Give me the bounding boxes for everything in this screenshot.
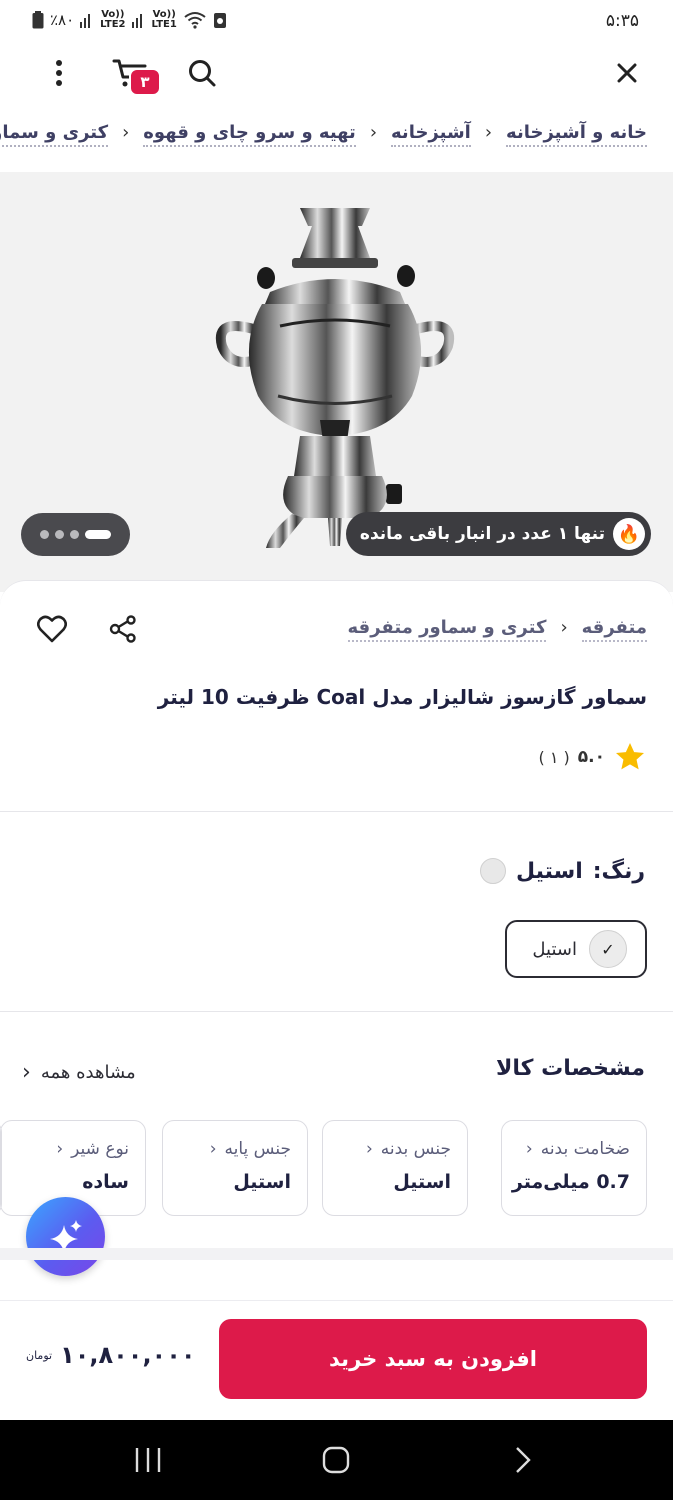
heart-icon [37,615,67,643]
spec-label: جنس بدنه [380,1139,451,1159]
chevron-left-icon: ‹ [365,1139,373,1159]
chevron-left-icon: ‹ [369,122,378,143]
check-icon: ✓ [589,930,627,968]
system-nav-bar [0,1420,673,1500]
color-heading: رنگ: استیل [479,858,645,884]
see-all-link[interactable]: مشاهده همه ‹ [22,1060,136,1085]
spec-card[interactable]: ضخامت بدنه ‹ 0.7 میلی‌متر [501,1120,647,1216]
top-bar: ۳ [0,44,673,104]
product-title: سماور گازسوز شالیزار مدل Coal ظرفیت 10 ل… [157,685,647,709]
home-button[interactable] [321,1446,351,1474]
spec-value: استیل [393,1171,451,1193]
spec-card[interactable]: جنس پایه ‹ استیل [162,1120,308,1216]
pagination-dot-active[interactable] [85,530,111,539]
chevron-left-icon: ‹ [560,617,568,638]
bottom-purchase-bar: افزودن به سبد خرید ۱۰,۸۰۰,۰۰۰ تومان [0,1300,673,1420]
spec-card[interactable]: جنس بدنه ‹ استیل [322,1120,468,1216]
signal-icon [131,12,146,28]
section-divider [0,1248,673,1260]
breadcrumb-item[interactable]: کتری و سماور [0,122,109,147]
rating-score: ۵.۰ [577,747,605,767]
wifi-icon [184,12,206,29]
spec-value: 0.7 میلی‌متر [511,1171,630,1193]
favorite-button[interactable] [30,607,74,651]
category-link[interactable]: متفرقه [581,617,647,642]
color-option-label: استیل [532,938,577,960]
recycle-icon [213,13,226,28]
close-button[interactable] [605,51,649,95]
add-to-cart-button[interactable]: افزودن به سبد خرید [219,1319,647,1399]
breadcrumb-item[interactable]: آشپزخانه [391,122,471,147]
chevron-left-icon: ‹ [56,1139,64,1159]
stock-text: تنها ۱ عدد در انبار باقی مانده [359,524,605,544]
color-label: رنگ: [592,858,645,884]
spec-label: جنس پایه [224,1139,291,1159]
spec-card-partial[interactable] [0,1120,2,1216]
chevron-left-icon: ‹ [525,1139,533,1159]
share-icon [109,615,136,643]
status-left: ٪۸۰ Vo)) LTE2 Vo)) LTE1 [32,10,227,30]
stock-badge: 🔥 تنها ۱ عدد در انبار باقی مانده [345,512,651,556]
specs-section: مشخصات کالا مشاهده همه ‹ ضخامت بدنه ‹ 0.7… [0,1012,673,1248]
breadcrumb-item[interactable]: خانه و آشپزخانه [506,122,647,147]
sim-label-1: Vo)) LTE2 [100,9,126,30]
search-button[interactable] [180,51,224,95]
spec-label: نوع شیر [71,1139,129,1159]
spec-value: ساده [82,1171,129,1193]
star-icon [616,743,644,770]
spec-label: ضخامت بدنه [540,1139,630,1159]
price-value: ۱۰,۸۰۰,۰۰۰ [60,1341,196,1369]
color-swatch [479,858,506,884]
color-section: رنگ: استیل ✓ استیل [0,812,673,1012]
category-links: متفرقه ‹ کتری و سماور متفرقه [347,617,647,642]
chevron-left-icon: ‹ [209,1139,217,1159]
see-all-label: مشاهده همه [40,1062,136,1083]
fire-icon: 🔥 [613,518,645,550]
product-gallery[interactable]: 🔥 تنها ۱ عدد در انبار باقی مانده [0,172,673,592]
product-image-samovar [215,208,455,548]
product-info-card: متفرقه ‹ کتری و سماور متفرقه سماور گازسو… [0,580,673,812]
ai-assistant-button[interactable] [26,1197,105,1276]
chevron-left-icon: ‹ [484,122,493,143]
price: ۱۰,۸۰۰,۰۰۰ تومان [26,1341,196,1369]
pagination-dot[interactable] [70,530,79,539]
more-button[interactable] [37,51,81,95]
recent-apps-button[interactable] [132,1446,164,1474]
more-vertical-icon [56,60,62,86]
breadcrumb: خانه و آشپزخانه ‹ آشپزخانه ‹ تهیه و سرو … [0,122,647,147]
gallery-pagination[interactable] [21,513,130,556]
spec-value: استیل [233,1171,291,1193]
breadcrumb-item[interactable]: تهیه و سرو چای و قهوه [143,122,356,147]
product-rating[interactable]: ۵.۰ ( ۱ ) [539,741,647,773]
category-link[interactable]: کتری و سماور متفرقه [347,617,547,642]
sim-label-2: Vo)) LTE1 [151,9,177,30]
search-icon [189,60,216,87]
cart-count-badge: ۳ [129,68,161,96]
home-icon [322,1446,350,1474]
battery-icon [32,11,44,29]
signal-icon [80,12,94,28]
status-bar: ٪۸۰ Vo)) LTE2 Vo)) LTE1 ۵:۳۵ [0,0,673,44]
rating-count: ( ۱ ) [538,747,570,767]
battery-level: ٪۸۰ [50,11,75,29]
selected-color: استیل [515,858,583,884]
clock: ۵:۳۵ [605,11,639,31]
back-button[interactable] [510,1446,534,1474]
chevron-right-icon [516,1447,531,1473]
recent-apps-icon [135,1448,161,1472]
chevron-left-icon: ‹ [122,122,130,143]
close-icon [617,63,637,83]
color-option-steel[interactable]: ✓ استیل [505,920,647,978]
share-button[interactable] [101,607,145,651]
pagination-dot[interactable] [55,530,64,539]
specs-heading: مشخصات کالا [495,1056,645,1081]
currency-label: تومان [26,1348,53,1362]
pagination-dot[interactable] [40,530,49,539]
chevron-left-icon: ‹ [22,1060,31,1085]
